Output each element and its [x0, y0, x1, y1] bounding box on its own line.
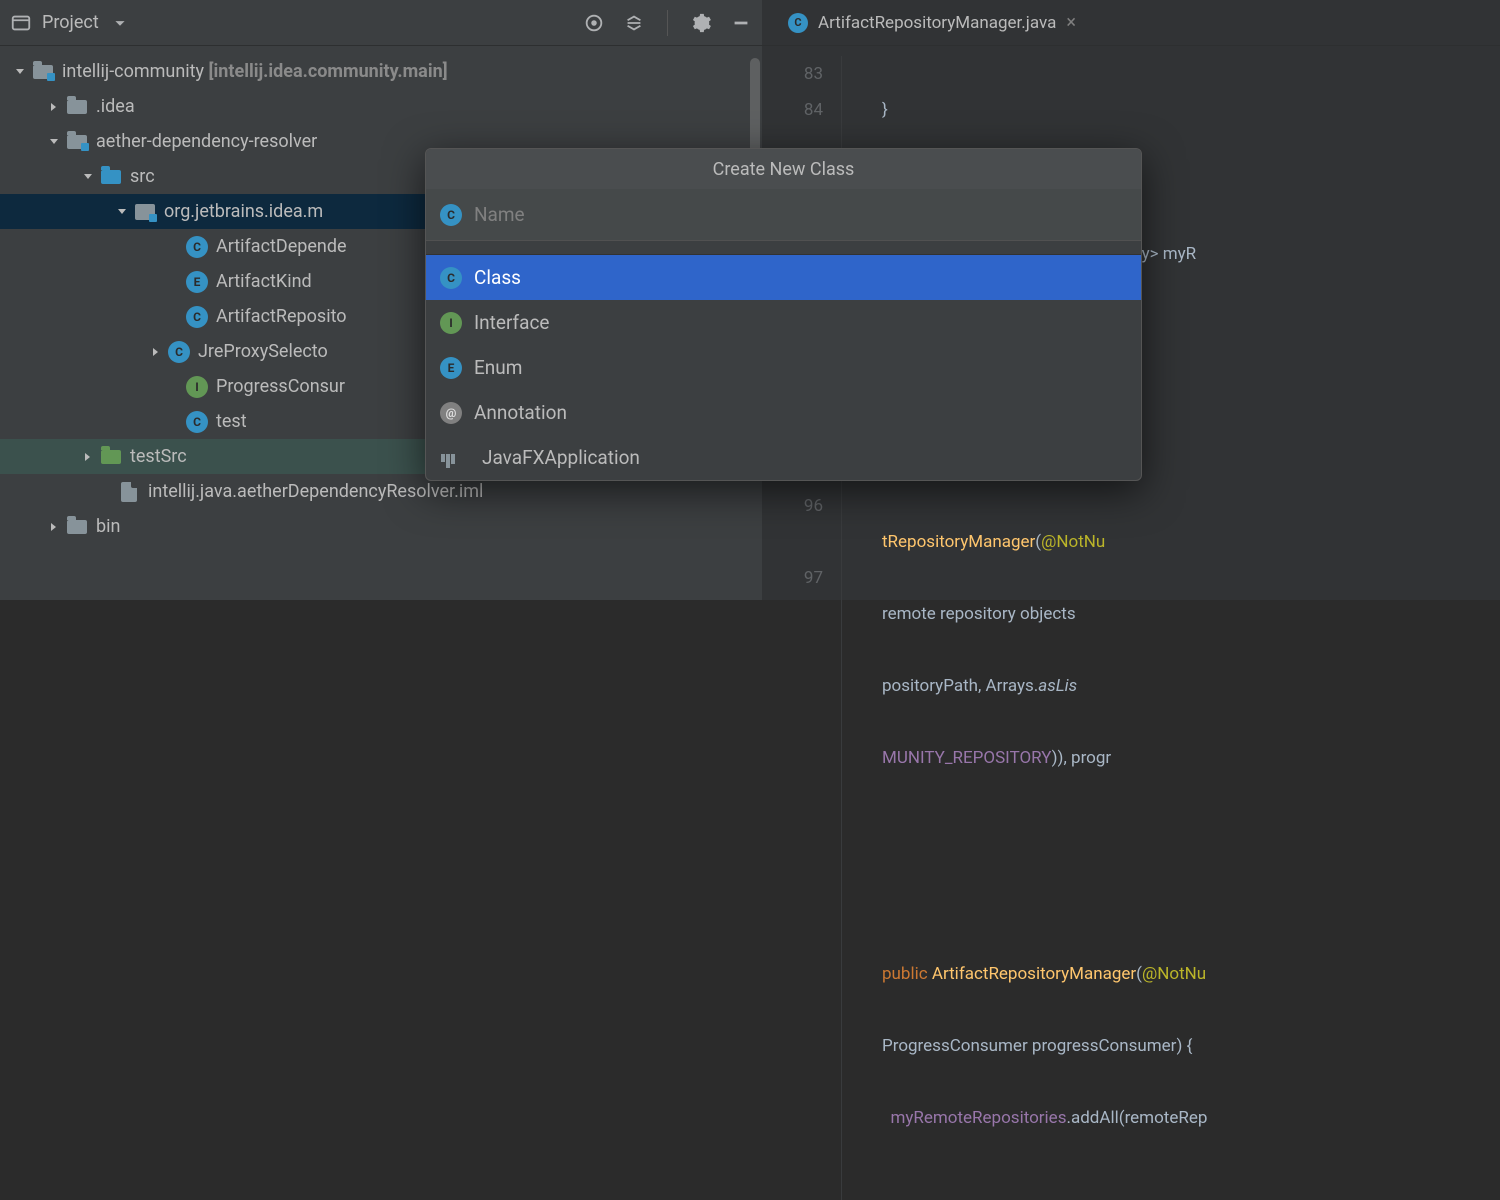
project-view-icon[interactable] — [10, 12, 32, 34]
class-icon: C — [440, 267, 462, 289]
tree-bin[interactable]: bin — [0, 509, 762, 544]
separator — [426, 241, 1141, 255]
dialog-item-enum[interactable]: EEnum — [426, 345, 1141, 390]
sidebar-header: Project — [0, 0, 762, 46]
editor-tabs: C ArtifactRepositoryManager.java × — [762, 0, 1500, 46]
dialog-item-interface[interactable]: IInterface — [426, 300, 1141, 345]
dialog-item-class[interactable]: CClass — [426, 255, 1141, 300]
expand-icon[interactable] — [623, 12, 645, 34]
dialog-input-row: C — [426, 189, 1141, 241]
gear-icon[interactable] — [690, 12, 712, 34]
interface-icon: I — [440, 312, 462, 334]
divider — [667, 10, 668, 36]
minimize-icon[interactable] — [730, 12, 752, 34]
create-class-dialog: Create New Class C CClass IInterface EEn… — [425, 148, 1142, 481]
sidebar-title: Project — [42, 12, 99, 33]
dialog-item-javafx[interactable]: JavaFXApplication — [426, 435, 1141, 480]
class-icon: C — [788, 13, 808, 33]
annotation-icon: @ — [440, 402, 462, 424]
dialog-title: Create New Class — [426, 149, 1141, 189]
class-name-input[interactable] — [474, 203, 1127, 226]
locate-icon[interactable] — [583, 12, 605, 34]
enum-icon: E — [440, 357, 462, 379]
class-icon: C — [440, 204, 462, 226]
editor-tab[interactable]: C ArtifactRepositoryManager.java × — [776, 2, 1088, 44]
dialog-item-annotation[interactable]: @Annotation — [426, 390, 1141, 435]
tree-idea[interactable]: .idea — [0, 89, 762, 124]
tree-root[interactable]: intellij-community [intellij.idea.commun… — [0, 54, 762, 89]
javafx-icon — [440, 447, 462, 469]
chevron-down-icon[interactable] — [109, 12, 131, 34]
close-icon[interactable]: × — [1066, 12, 1076, 33]
